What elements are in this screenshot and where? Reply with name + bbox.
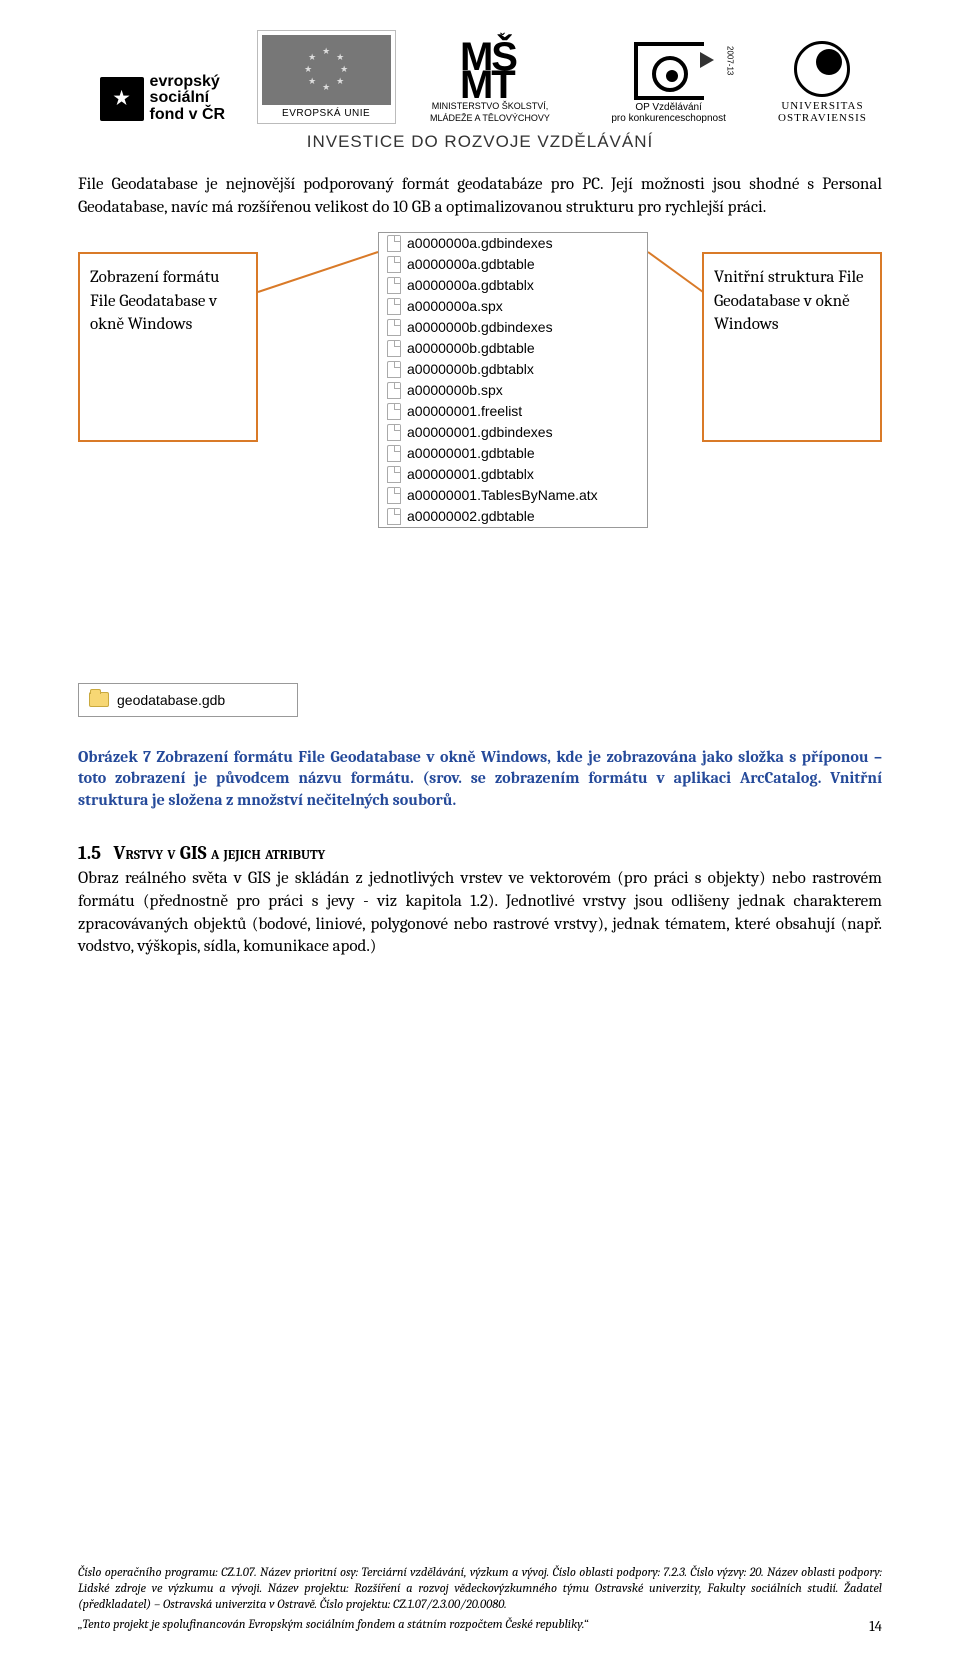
page-footer: Číslo operačního programu: CZ.1.07. Náze…: [78, 1565, 882, 1636]
file-row: a00000001.gdbtable: [379, 443, 647, 464]
esf-text-1: evropský: [150, 74, 226, 91]
section-body: Obraz reálného světa v GIS je skládán z …: [78, 868, 882, 960]
esf-text-3: fond v ČR: [150, 107, 226, 124]
file-list-panel: a0000000a.gdbindexes a0000000a.gdbtable …: [378, 232, 648, 528]
file-name: a0000000a.gdbtable: [407, 256, 535, 272]
section-title: Vrstvy v GIS a jejich atributy: [114, 842, 326, 864]
file-name: a0000000a.gdbindexes: [407, 235, 553, 251]
file-icon: [387, 235, 401, 252]
file-icon: [387, 403, 401, 420]
file-row: a0000000a.gdbtablx: [379, 275, 647, 296]
file-icon: [387, 298, 401, 315]
file-row: a00000001.freelist: [379, 401, 647, 422]
file-icon: [387, 466, 401, 483]
figure-caption: Obrázek 7 Zobrazení formátu File Geodata…: [78, 747, 882, 812]
file-row: a0000000b.gdbindexes: [379, 317, 647, 338]
file-row: a0000000a.spx: [379, 296, 647, 317]
file-icon: [387, 445, 401, 462]
file-name: a00000001.gdbtable: [407, 445, 535, 461]
file-name: a00000001.freelist: [407, 403, 522, 419]
footer-credit: „Tento projekt je spolufinancován Evrops…: [78, 1617, 588, 1636]
file-name: a0000000b.gdbtable: [407, 340, 535, 356]
file-icon: [387, 340, 401, 357]
file-name: a00000001.gdbtablx: [407, 466, 534, 482]
uni-line2: OSTRAVIENSIS: [778, 112, 867, 124]
file-icon: [387, 382, 401, 399]
file-row: a00000002.gdbtable: [379, 506, 647, 527]
file-name: a0000000b.gdbindexes: [407, 319, 553, 335]
op-line2: pro konkurenceschopnost: [611, 113, 726, 124]
logo-esf: ★ evropský sociální fond v ČR: [78, 74, 247, 124]
eu-label: EVROPSKÁ UNIE: [282, 108, 370, 119]
file-row: a0000000b.gdbtable: [379, 338, 647, 359]
file-icon: [387, 361, 401, 378]
msmt-line2: MLÁDEŽE A TĚLOVÝCHOVY: [430, 114, 550, 124]
file-name: a0000000b.gdbtablx: [407, 361, 534, 377]
file-name: a00000002.gdbtable: [407, 508, 535, 524]
file-name: a00000001.TablesByName.atx: [407, 487, 598, 503]
file-icon: [387, 277, 401, 294]
logo-op: 2007-13 OP Vzdělávání pro konkurencescho…: [584, 42, 753, 124]
file-icon: [387, 256, 401, 273]
uni-line1: UNIVERSITAS: [781, 100, 863, 112]
file-row: a0000000b.gdbtablx: [379, 359, 647, 380]
file-icon: [387, 487, 401, 504]
file-icon: [387, 424, 401, 441]
investice-heading: INVESTICE DO ROZVOJE VZDĚLÁVÁNÍ: [78, 132, 882, 152]
file-row: a0000000b.spx: [379, 380, 647, 401]
footer-meta: Číslo operačního programu: CZ.1.07. Náze…: [78, 1565, 882, 1613]
figure-7: Zobrazení formátu File Geodatabase v okn…: [78, 232, 882, 742]
logo-eu: ★★ ★★ ★★ ★★ EVROPSKÁ UNIE: [257, 30, 396, 124]
folder-icon: [89, 692, 109, 707]
section-heading: 1.5 Vrstvy v GIS a jejich atributy: [78, 842, 882, 864]
file-row: a00000001.gdbindexes: [379, 422, 647, 443]
op-years: 2007-13: [725, 46, 734, 75]
section-number: 1.5: [78, 842, 101, 864]
file-icon: [387, 508, 401, 525]
intro-paragraph: File Geodatabase je nejnovější podporova…: [78, 174, 882, 220]
logo-msmt: MŠMTˇ MINISTERSTVO ŠKOLSTVÍ, MLÁDEŽE A T…: [406, 43, 575, 124]
annotation-left: Zobrazení formátu File Geodatabase v okn…: [78, 252, 258, 442]
op-line1: OP Vzdělávání: [635, 102, 702, 113]
annotation-right: Vnitřní struktura File Geodatabase v okn…: [702, 252, 882, 442]
file-name: a00000001.gdbindexes: [407, 424, 553, 440]
file-name: a0000000a.spx: [407, 298, 503, 314]
folder-name: geodatabase.gdb: [117, 692, 225, 708]
folder-widget: geodatabase.gdb: [78, 683, 298, 717]
header-logos: ★ evropský sociální fond v ČR ★★ ★★ ★★ ★…: [78, 30, 882, 128]
page-number: 14: [869, 1617, 882, 1636]
file-name: a0000000b.spx: [407, 382, 503, 398]
logo-universitas: UNIVERSITAS OSTRAVIENSIS: [763, 41, 882, 124]
file-row: a00000001.gdbtablx: [379, 464, 647, 485]
file-row: a00000001.TablesByName.atx: [379, 485, 647, 506]
file-row: a0000000a.gdbindexes: [379, 233, 647, 254]
esf-text-2: sociální: [150, 90, 226, 107]
file-name: a0000000a.gdbtablx: [407, 277, 534, 293]
file-icon: [387, 319, 401, 336]
file-row: a0000000a.gdbtable: [379, 254, 647, 275]
